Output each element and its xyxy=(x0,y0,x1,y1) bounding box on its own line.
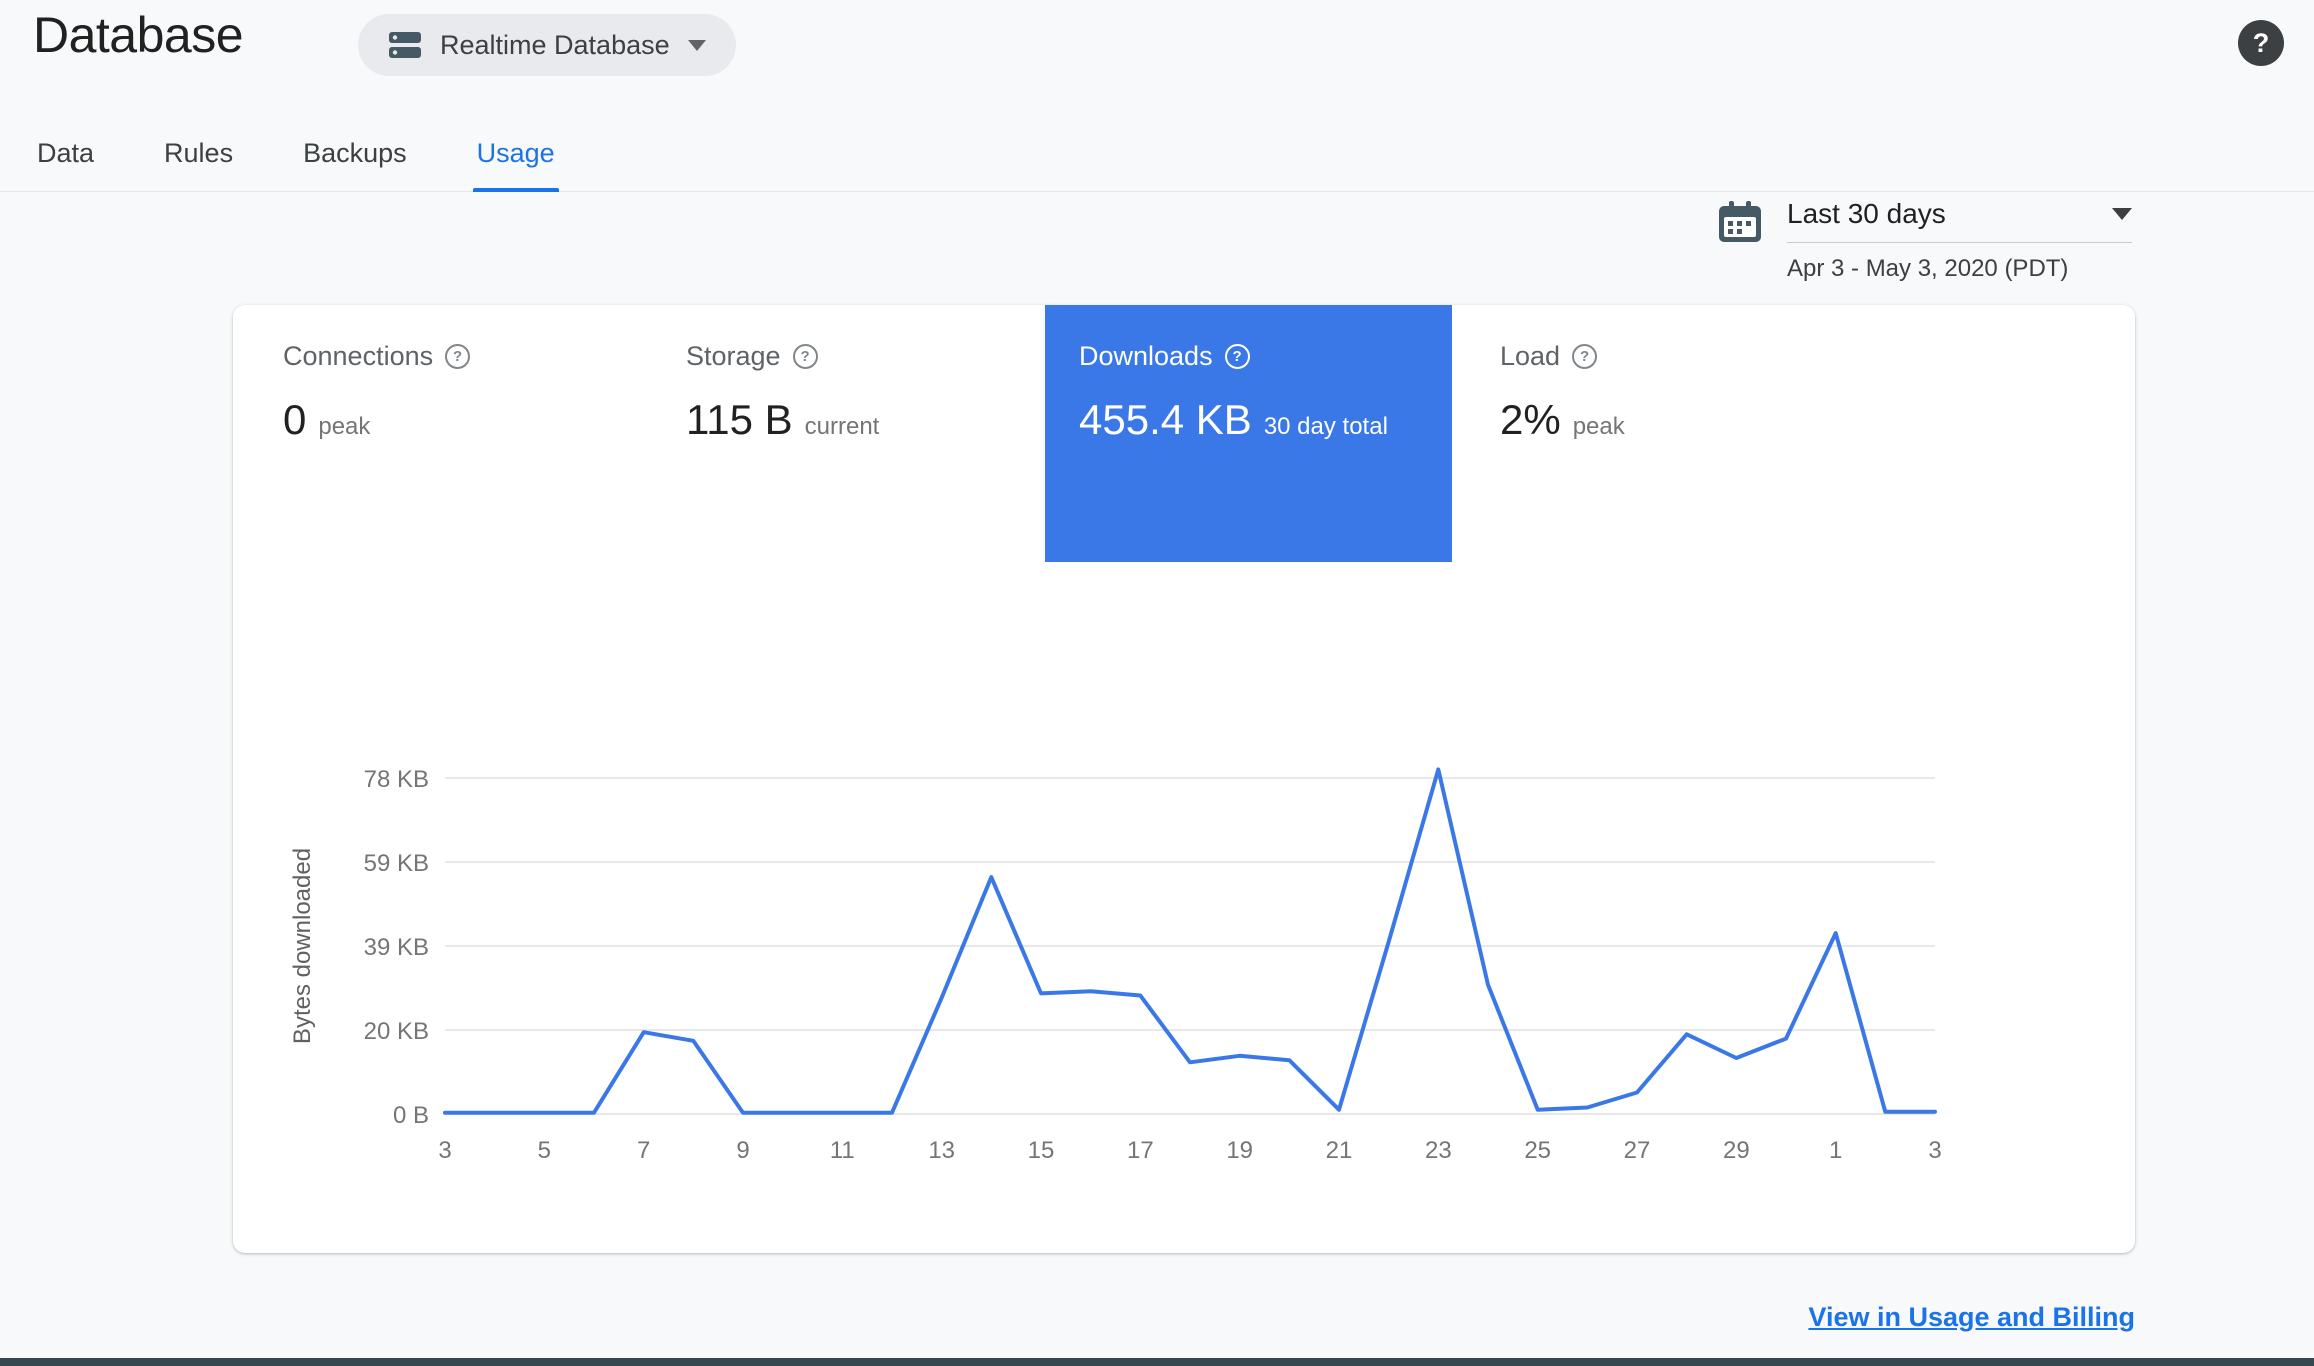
database-icon xyxy=(389,32,421,58)
metric-value-row: 115 B current xyxy=(686,396,879,444)
x-axis-tick-label: 5 xyxy=(538,1137,551,1164)
bottom-divider-bar xyxy=(0,1358,2314,1366)
y-axis-title: Bytes downloaded xyxy=(289,848,316,1044)
metric-value: 115 B xyxy=(686,396,793,443)
database-selector-label: Realtime Database xyxy=(440,29,670,60)
metric-label: Load ? xyxy=(1500,341,1625,372)
help-button[interactable]: ? xyxy=(2238,20,2284,66)
metric-value: 2% xyxy=(1500,396,1561,443)
metric-name: Storage xyxy=(686,341,781,371)
x-axis-tick-label: 11 xyxy=(830,1137,855,1164)
y-axis-tick-label: 0 B xyxy=(393,1102,429,1129)
x-axis-tick-label: 17 xyxy=(1127,1137,1154,1164)
metric-name: Downloads xyxy=(1079,341,1213,371)
y-axis-tick-label: 20 KB xyxy=(364,1018,429,1045)
metric-unit: current xyxy=(804,413,880,440)
x-axis-tick-label: 7 xyxy=(637,1137,650,1164)
y-axis-tick-label: 59 KB xyxy=(364,850,429,877)
x-axis-tick-label: 25 xyxy=(1524,1137,1551,1164)
metric-value: 0 xyxy=(283,396,307,443)
help-icon[interactable]: ? xyxy=(792,344,818,369)
question-mark-glyph: ? xyxy=(453,348,463,365)
date-range-detail: Apr 3 - May 3, 2020 (PDT) xyxy=(1787,255,2069,282)
x-axis-tick-label: 3 xyxy=(438,1137,451,1164)
help-icon[interactable]: ? xyxy=(1572,344,1598,369)
metric-name: Load xyxy=(1500,341,1561,371)
help-icon[interactable]: ? xyxy=(1224,344,1250,369)
x-axis-tick-label: 15 xyxy=(1028,1137,1055,1164)
tab-usage[interactable]: Usage xyxy=(472,128,559,192)
metric-name: Connections xyxy=(283,341,434,371)
x-axis-tick-label: 23 xyxy=(1425,1137,1452,1164)
question-mark-glyph: ? xyxy=(1232,348,1242,365)
metric-tile-storage[interactable]: Storage ? 115 B current xyxy=(686,305,879,444)
x-axis-tick-label: 1 xyxy=(1829,1137,1842,1164)
date-range-picker[interactable]: Last 30 days Apr 3 - May 3, 2020 (PDT) xyxy=(1717,198,2132,283)
metric-tile-downloads[interactable]: Downloads ? 455.4 KB 30 day total xyxy=(1045,305,1452,562)
metric-label: Downloads ? xyxy=(1079,341,1452,372)
metric-label: Storage ? xyxy=(686,341,879,372)
metric-tile-connections[interactable]: Connections ? 0 peak xyxy=(283,305,471,444)
metric-unit: peak xyxy=(1572,413,1625,440)
metric-label: Connections ? xyxy=(283,341,471,372)
help-icon[interactable]: ? xyxy=(445,344,471,369)
usage-chart: 0 B20 KB39 KB59 KB78 KB3 5 7 9 11 13 15 17 19 21 2… xyxy=(289,766,1942,1164)
date-range-preset: Last 30 days xyxy=(1787,198,1946,229)
metric-value-row: 455.4 KB 30 day total xyxy=(1079,396,1452,444)
downloads-line-series xyxy=(443,767,1937,1115)
x-axis-tick-label: 29 xyxy=(1723,1137,1750,1164)
date-range-texts: Last 30 days Apr 3 - May 3, 2020 (PDT) xyxy=(1787,198,2132,283)
x-axis-tick-label: 21 xyxy=(1326,1137,1353,1164)
date-range-preset-row[interactable]: Last 30 days xyxy=(1787,198,2132,243)
chevron-down-icon xyxy=(2112,208,2132,220)
metric-unit: peak xyxy=(318,413,371,440)
question-mark-glyph: ? xyxy=(800,348,810,365)
metric-value-row: 2% peak xyxy=(1500,396,1625,444)
tab-backups[interactable]: Backups xyxy=(299,128,411,191)
firebase-database-usage-page: Database Realtime Database ? Data Rules … xyxy=(0,0,2314,1366)
x-axis-tick-label: 3 xyxy=(1928,1137,1941,1164)
x-axis-tick-label: 13 xyxy=(928,1137,955,1164)
question-mark-glyph: ? xyxy=(1579,348,1590,365)
question-mark-icon: ? xyxy=(2252,27,2270,58)
calendar-icon xyxy=(1719,201,1761,242)
y-axis-tick-label: 78 KB xyxy=(364,766,429,793)
database-selector-dropdown[interactable]: Realtime Database xyxy=(358,14,736,76)
y-axis-tick-label: 39 KB xyxy=(364,934,429,961)
usage-card: Connections ? 0 peak Storage ? 115 B cur… xyxy=(233,305,2135,1253)
tab-bar: Data Rules Backups Usage xyxy=(0,128,2314,192)
metric-value: 455.4 KB xyxy=(1079,396,1252,443)
tab-rules[interactable]: Rules xyxy=(160,128,237,191)
x-axis-tick-label: 19 xyxy=(1226,1137,1253,1164)
tab-data[interactable]: Data xyxy=(33,128,98,191)
view-usage-billing-link[interactable]: View in Usage and Billing xyxy=(1808,1302,2135,1333)
metric-unit: 30 day total xyxy=(1263,413,1388,440)
chevron-down-icon xyxy=(687,39,706,51)
x-axis-tick-label: 9 xyxy=(736,1137,749,1164)
metric-tile-load[interactable]: Load ? 2% peak xyxy=(1500,305,1625,444)
x-axis-tick-label: 27 xyxy=(1624,1137,1651,1164)
metric-value-row: 0 peak xyxy=(283,396,470,444)
page-title: Database xyxy=(33,7,244,63)
